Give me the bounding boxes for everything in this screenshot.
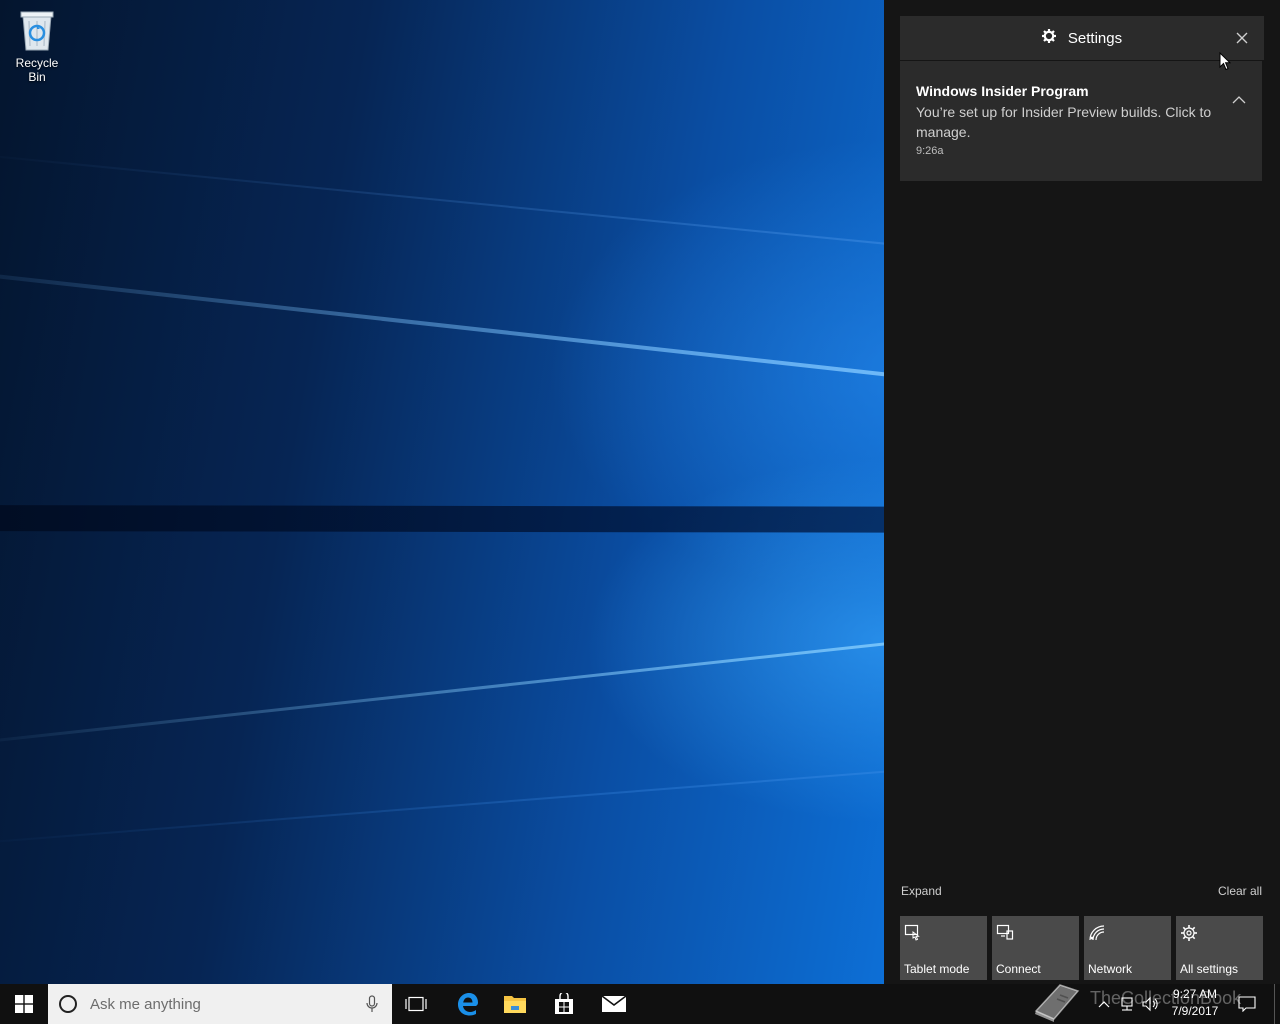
book-logo-icon xyxy=(1034,984,1080,1022)
show-desktop-button[interactable] xyxy=(1274,984,1280,1024)
expand-link[interactable]: Expand xyxy=(901,884,942,898)
close-icon[interactable] xyxy=(1234,30,1250,46)
gear-icon xyxy=(1041,29,1056,47)
chevron-up-icon[interactable] xyxy=(1232,95,1246,105)
wallpaper-ray xyxy=(0,505,884,533)
clear-all-link[interactable]: Clear all xyxy=(1218,884,1262,898)
quick-action-label: Network xyxy=(1088,962,1133,976)
taskbar: Ask me anything 9:27 AM 7/9/2017 xyxy=(0,984,1280,1024)
notification-group-header[interactable]: Settings xyxy=(900,16,1264,60)
quick-action-label: Connect xyxy=(996,962,1041,976)
microphone-icon[interactable] xyxy=(366,995,378,1013)
gear-icon xyxy=(1181,925,1197,941)
quick-action-label: All settings xyxy=(1180,962,1239,976)
notification-body: You’re set up for Insider Preview builds… xyxy=(916,104,1212,140)
notification-card[interactable]: Windows Insider Program You’re set up fo… xyxy=(900,61,1262,181)
taskbar-file-explorer[interactable] xyxy=(491,984,539,1024)
taskbar-mail[interactable] xyxy=(590,984,638,1024)
store-icon xyxy=(555,993,573,1014)
wallpaper-ray xyxy=(0,637,884,748)
mouse-cursor-icon xyxy=(1219,52,1231,71)
desktop-wallpaper: Recycle Bin xyxy=(0,0,884,984)
tablet-mode-icon xyxy=(904,924,920,941)
task-view-icon xyxy=(405,996,427,1012)
search-placeholder: Ask me anything xyxy=(90,995,201,1013)
search-box[interactable]: Ask me anything xyxy=(48,984,392,1024)
cortana-icon xyxy=(59,995,77,1013)
notification-title: Windows Insider Program xyxy=(916,83,1089,99)
windows-logo-icon xyxy=(15,995,33,1013)
wallpaper-ray xyxy=(0,150,884,250)
desktop-icon-label: Recycle Bin xyxy=(15,56,59,84)
file-explorer-icon xyxy=(504,996,526,1013)
watermark-text: TheCollectionBook xyxy=(1090,988,1242,1008)
mail-icon xyxy=(601,995,627,1012)
desktop-icon-recycle-bin[interactable]: Recycle Bin xyxy=(6,8,68,84)
wallpaper-ray xyxy=(0,766,884,847)
network-icon xyxy=(1089,925,1105,941)
connect-icon xyxy=(996,924,1014,940)
start-button[interactable] xyxy=(0,984,48,1024)
quick-action-all-settings[interactable]: All settings xyxy=(1176,916,1263,980)
wallpaper-ray xyxy=(0,268,884,382)
quick-action-label: Tablet mode xyxy=(904,962,970,976)
quick-action-connect[interactable]: Connect xyxy=(992,916,1079,980)
edge-icon xyxy=(458,993,478,1016)
task-view-button[interactable] xyxy=(392,984,440,1024)
quick-action-network[interactable]: Network xyxy=(1084,916,1171,980)
notification-time: 9:26a xyxy=(916,145,944,157)
taskbar-edge[interactable] xyxy=(443,984,491,1024)
quick-action-tablet-mode[interactable]: Tablet mode xyxy=(900,916,987,980)
action-center: Settings Windows Insider Program You’re … xyxy=(884,0,1280,984)
notification-group-title: Settings xyxy=(1067,29,1123,47)
taskbar-store[interactable] xyxy=(540,984,588,1024)
recycle-bin-icon xyxy=(20,11,54,51)
